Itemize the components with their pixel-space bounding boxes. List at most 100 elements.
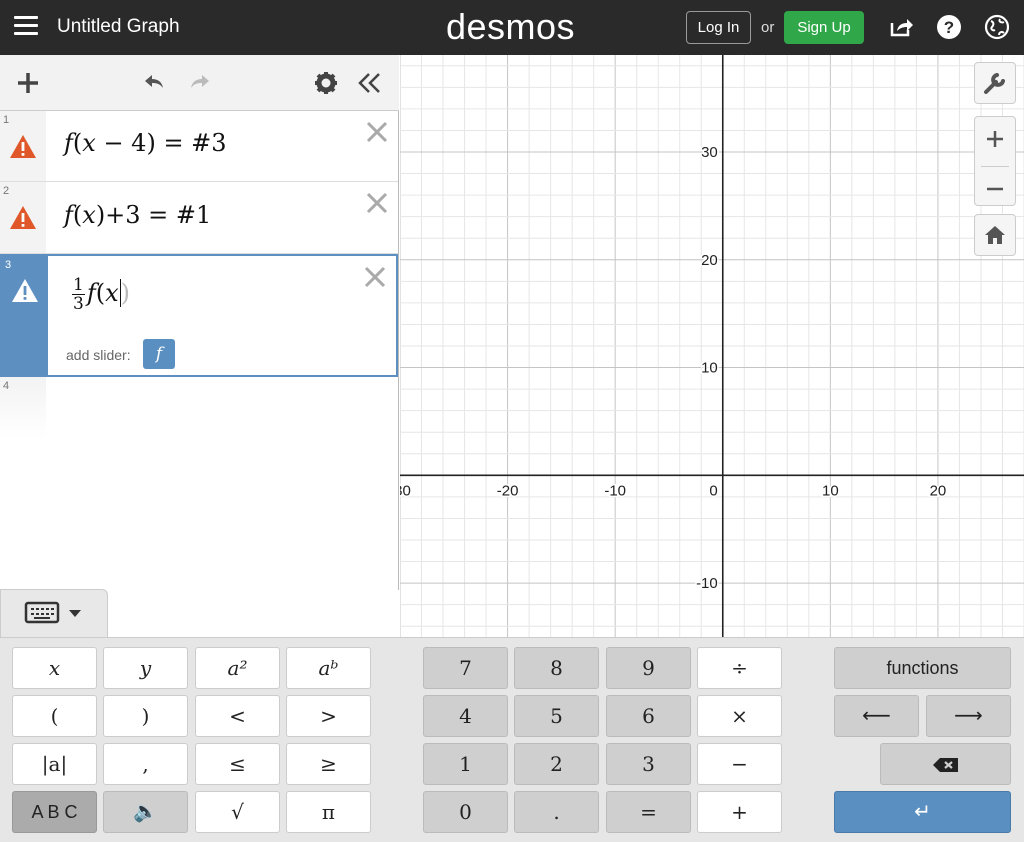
- login-button[interactable]: Log In: [686, 11, 751, 44]
- delete-expression-icon[interactable]: [362, 264, 388, 290]
- audio-key[interactable]: 🔈: [103, 791, 188, 833]
- settings-gear-icon[interactable]: [312, 69, 340, 97]
- warning-icon[interactable]: [9, 134, 37, 160]
- svg-text:?: ?: [944, 18, 954, 37]
- six-key[interactable]: 6: [606, 695, 691, 737]
- menu-icon[interactable]: [14, 16, 38, 36]
- math-rest: − 4) = #3: [95, 129, 227, 157]
- y-tick-label: -10: [696, 575, 718, 592]
- add-item-icon[interactable]: [14, 69, 42, 97]
- seven-key[interactable]: 7: [423, 647, 508, 689]
- plus-key[interactable]: +: [697, 791, 782, 833]
- keyboard-toggle[interactable]: [0, 589, 108, 639]
- left-arrow-key[interactable]: ⟵: [834, 695, 919, 737]
- decimal-key[interactable]: .: [514, 791, 599, 833]
- expression-gutter: 3: [2, 256, 48, 375]
- collapse-list-icon[interactable]: [356, 69, 384, 97]
- four-key[interactable]: 4: [423, 695, 508, 737]
- sqrt-key[interactable]: √: [195, 791, 280, 833]
- x-tick-label: 0: [709, 482, 717, 499]
- comma-key[interactable]: ,: [103, 743, 188, 785]
- expression-index: 3: [5, 259, 12, 271]
- less-equal-key[interactable]: ≤: [195, 743, 280, 785]
- graph-title[interactable]: Untitled Graph: [57, 16, 180, 38]
- expression-row-3[interactable]: 3 1 3 f(x) add slider: f: [0, 254, 398, 377]
- warning-icon[interactable]: [9, 205, 37, 231]
- or-text: or: [761, 19, 775, 36]
- x-tick-label: 20: [930, 482, 947, 499]
- expression-list: 1 f(x − 4) = #3 2 f(x)+3 = #1 3 1 3 f(x)…: [0, 55, 399, 590]
- expression-math[interactable]: f(x − 4) = #3: [64, 129, 227, 157]
- x-tick-label: -20: [497, 482, 519, 499]
- share-icon[interactable]: [888, 14, 914, 40]
- pi-key[interactable]: π: [286, 791, 371, 833]
- square-key[interactable]: a²: [195, 647, 280, 689]
- minus-key[interactable]: −: [697, 743, 782, 785]
- abc-key[interactable]: A B C: [12, 791, 97, 833]
- two-key[interactable]: 2: [514, 743, 599, 785]
- math-function: f: [86, 279, 96, 307]
- redo-icon[interactable]: [186, 69, 214, 97]
- less-than-key[interactable]: <: [195, 695, 280, 737]
- close-paren-key[interactable]: ): [103, 695, 188, 737]
- enter-key[interactable]: ↵: [834, 791, 1011, 833]
- math-var: x: [82, 201, 96, 229]
- zoom-in-icon[interactable]: [975, 117, 1015, 161]
- expression-math[interactable]: f(x)+3 = #1: [64, 201, 211, 229]
- x-key[interactable]: x: [12, 647, 97, 689]
- power-key[interactable]: aᵇ: [286, 647, 371, 689]
- globe-icon[interactable]: [984, 14, 1010, 40]
- expression-index: 2: [3, 185, 10, 197]
- add-slider-button[interactable]: f: [143, 339, 175, 369]
- home-icon: [985, 226, 1005, 244]
- abs-key[interactable]: |a|: [12, 743, 97, 785]
- delete-expression-icon[interactable]: [364, 190, 390, 216]
- nine-key[interactable]: 9: [606, 647, 691, 689]
- graph-settings-button[interactable]: [974, 62, 1016, 104]
- help-icon[interactable]: ?: [936, 14, 962, 40]
- expression-row-4[interactable]: 4: [0, 377, 398, 439]
- backspace-key[interactable]: [880, 743, 1011, 785]
- expression-toolbar: [0, 55, 399, 111]
- zero-key[interactable]: 0: [423, 791, 508, 833]
- right-arrow-key[interactable]: ⟶: [926, 695, 1011, 737]
- greater-than-key[interactable]: >: [286, 695, 371, 737]
- ghost-paren: ): [120, 279, 131, 307]
- warning-icon[interactable]: [11, 278, 39, 304]
- three-key[interactable]: 3: [606, 743, 691, 785]
- desmos-logo: desmos: [446, 6, 576, 47]
- eight-key[interactable]: 8: [514, 647, 599, 689]
- expression-gutter: 2: [0, 182, 46, 253]
- math-paren: (: [95, 279, 106, 307]
- expression-row-1[interactable]: 1 f(x − 4) = #3: [0, 111, 398, 182]
- default-view-button[interactable]: [974, 214, 1016, 256]
- multiply-key[interactable]: ×: [697, 695, 782, 737]
- math-function: f: [64, 129, 73, 157]
- y-key[interactable]: y: [103, 647, 188, 689]
- math-paren: (: [72, 201, 83, 229]
- math-var: x: [82, 129, 96, 157]
- x-tick-label: -30: [400, 482, 411, 499]
- add-slider-label: add slider:: [66, 347, 131, 363]
- y-tick-label: 20: [701, 252, 718, 269]
- undo-icon[interactable]: [140, 69, 168, 97]
- expression-row-2[interactable]: 2 f(x)+3 = #1: [0, 182, 398, 254]
- fraction-numerator: 1: [72, 275, 85, 295]
- one-key[interactable]: 1: [423, 743, 508, 785]
- signup-button[interactable]: Sign Up: [784, 11, 864, 44]
- equals-key[interactable]: =: [606, 791, 691, 833]
- zoom-out-icon[interactable]: [975, 167, 1015, 211]
- delete-expression-icon[interactable]: [364, 119, 390, 145]
- math-paren: (: [72, 129, 83, 157]
- graph-paper[interactable]: -30 -20 -10 0 10 20 30 20 10 -10: [400, 55, 1024, 637]
- divide-key[interactable]: ÷: [697, 647, 782, 689]
- math-function: f: [64, 201, 73, 229]
- five-key[interactable]: 5: [514, 695, 599, 737]
- x-tick-label: -10: [604, 482, 626, 499]
- functions-key[interactable]: functions: [834, 647, 1011, 689]
- expression-math[interactable]: 1 3 f(x): [72, 276, 130, 313]
- greater-equal-key[interactable]: ≥: [286, 743, 371, 785]
- math-var: x: [105, 279, 119, 307]
- open-paren-key[interactable]: (: [12, 695, 97, 737]
- y-tick-label: 30: [701, 144, 718, 161]
